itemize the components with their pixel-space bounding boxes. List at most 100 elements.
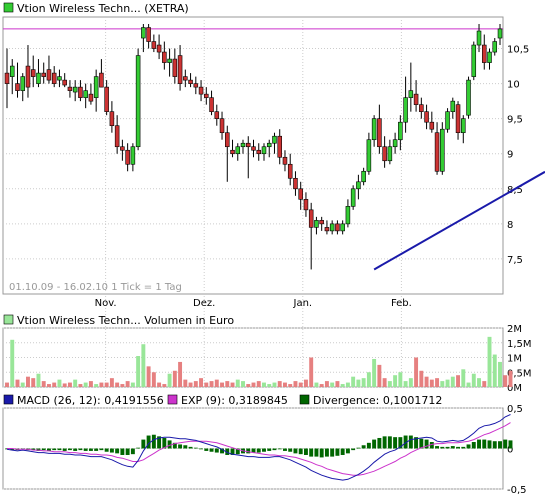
divergence-bar — [377, 437, 382, 449]
volume-bar — [151, 372, 156, 387]
volume-bar — [314, 382, 319, 387]
volume-bar — [356, 379, 361, 387]
volume-bar — [361, 378, 366, 387]
divergence-bar — [99, 448, 104, 451]
divergence-bar — [277, 448, 282, 450]
candle-body — [46, 69, 52, 81]
x-tick-label: Dez. — [193, 298, 215, 309]
volume-bar — [461, 369, 466, 387]
volume-bar — [456, 375, 461, 387]
divergence-bar — [303, 448, 308, 455]
candle-body — [30, 69, 36, 77]
volume-bar — [487, 336, 492, 387]
candle-body — [350, 188, 356, 207]
divergence-bar — [471, 442, 476, 449]
candle-body — [403, 97, 408, 123]
candle-body — [413, 93, 419, 105]
divergence-bar — [78, 448, 83, 451]
candle-body — [120, 146, 125, 151]
volume-bar — [193, 381, 198, 387]
divergence-bar — [188, 446, 193, 449]
volume-bar — [188, 382, 193, 387]
candle-body — [209, 97, 214, 112]
volume-bar — [272, 382, 277, 387]
volume-bar — [204, 382, 209, 387]
candle-body — [114, 125, 120, 148]
volume-bar — [78, 384, 83, 387]
volume-y-tick-label: 1M — [507, 354, 522, 365]
divergence-bar — [477, 439, 481, 449]
divergence-bar — [256, 448, 261, 453]
stock-chart: Vtion Wireless Techn... (XETRA) 10,5 10 9,… — [0, 0, 545, 496]
volume-bar — [62, 383, 67, 387]
candle-body — [361, 170, 366, 183]
volume-bar — [178, 361, 183, 387]
volume-bar — [83, 382, 88, 387]
divergence-bar — [456, 446, 461, 449]
exp-legend-swatch — [167, 394, 178, 405]
candle-body — [15, 83, 20, 91]
divergence-bar — [440, 446, 445, 449]
divergence-bar — [178, 444, 183, 449]
candle-body — [481, 44, 487, 63]
candle-body — [272, 135, 277, 144]
volume-bar — [498, 361, 502, 387]
candle-body — [466, 79, 471, 116]
candle-body — [434, 132, 440, 172]
volume-bar — [414, 357, 419, 387]
candle-body — [72, 86, 78, 93]
divergence-bar — [340, 448, 345, 455]
divergence-bar — [450, 446, 455, 449]
candle-body — [324, 227, 330, 232]
divergence-bar — [52, 448, 57, 451]
volume-bar — [492, 354, 497, 387]
candle-body — [62, 79, 67, 86]
candle-body — [487, 51, 492, 63]
volume-bar — [115, 382, 120, 387]
candle-body — [214, 111, 220, 119]
volume-bar — [277, 381, 282, 387]
volume-bar — [288, 384, 293, 387]
candle-body — [419, 104, 424, 112]
volume-bar — [26, 376, 30, 387]
candle-body — [135, 55, 141, 148]
divergence-bar — [361, 445, 366, 449]
volume-bar — [298, 382, 303, 387]
volume-bar — [283, 382, 287, 387]
macd-legend-label: MACD (26, 12): 0,4191556 — [17, 394, 164, 407]
volume-bar — [67, 382, 72, 387]
x-tick-label: Nov. — [95, 298, 117, 309]
divergence-bar — [393, 437, 398, 449]
volume-bar — [214, 379, 219, 387]
volume-bar — [335, 381, 340, 387]
candle-body — [266, 142, 272, 148]
divergence-bar — [141, 439, 146, 449]
price-y-tick-label: 10,5 — [507, 45, 529, 56]
volume-bar — [157, 382, 162, 387]
volume-bar — [104, 382, 109, 387]
divergence-bar — [345, 448, 350, 454]
volume-bar — [5, 382, 9, 387]
volume-bar — [146, 366, 151, 387]
candle-body — [240, 142, 246, 148]
volume-bar — [440, 381, 445, 387]
candle-body — [356, 181, 361, 190]
candle-body — [104, 86, 109, 112]
volume-bar — [482, 381, 487, 387]
divergence-bar — [94, 448, 99, 451]
candle-body — [57, 76, 62, 81]
volume-bar — [340, 384, 345, 387]
volume-bar — [125, 381, 130, 387]
candle-body — [298, 188, 303, 200]
candle-body — [219, 118, 225, 134]
divergence-bar — [115, 448, 120, 454]
volume-bar — [251, 382, 256, 387]
divergence-bar — [508, 440, 513, 449]
divergence-bar — [41, 448, 46, 451]
candle-body — [251, 146, 256, 151]
volume-legend: Vtion Wireless Techn... Volumen in Euro — [3, 314, 234, 327]
candle-body — [99, 72, 104, 88]
candle-body — [371, 118, 377, 141]
divergence-bar — [262, 448, 266, 452]
volume-bar — [209, 381, 214, 387]
